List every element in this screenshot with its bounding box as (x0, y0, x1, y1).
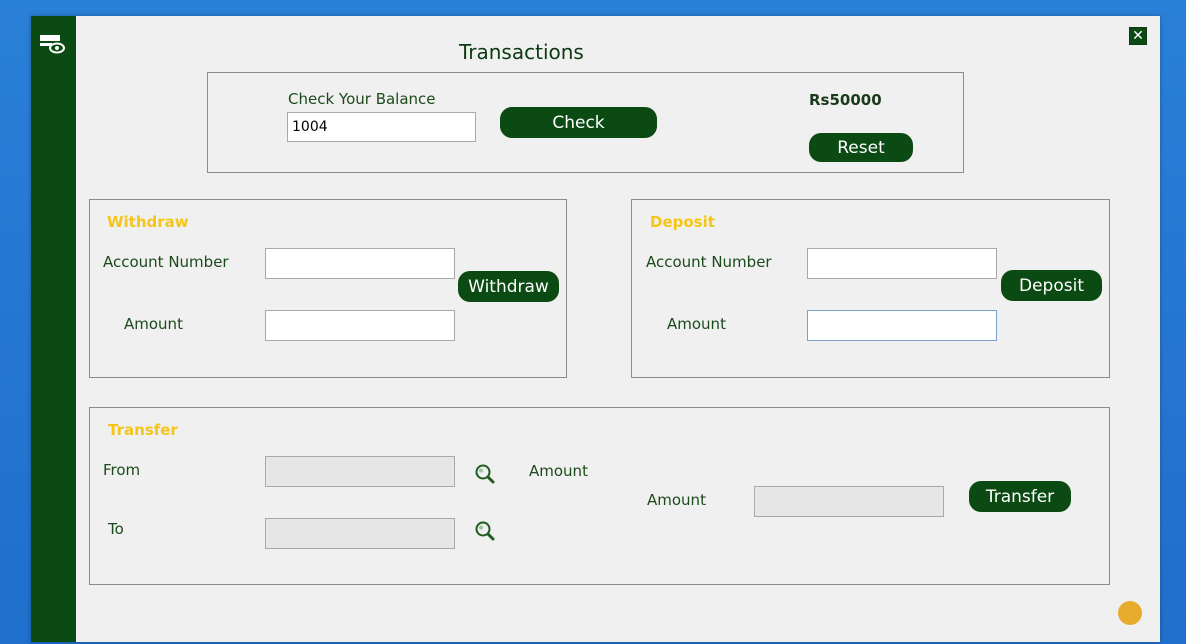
deposit-account-label: Account Number (646, 253, 772, 271)
transfer-amount-label: Amount (647, 491, 706, 509)
withdraw-title: Withdraw (107, 213, 189, 231)
eye-card-icon[interactable] (39, 34, 65, 54)
withdraw-amount-input[interactable] (265, 310, 455, 341)
deposit-account-input[interactable] (807, 248, 997, 279)
transfer-button[interactable]: Transfer (969, 481, 1071, 512)
close-button[interactable]: ✕ (1129, 27, 1147, 45)
transfer-from-label: From (103, 461, 141, 479)
transfer-title: Transfer (108, 421, 178, 439)
balance-amount: Rs50000 (809, 91, 882, 109)
balance-panel: Check Your Balance Check Rs50000 Reset (207, 72, 964, 173)
deposit-amount-label: Amount (667, 315, 726, 333)
transfer-from-input[interactable] (265, 456, 455, 487)
withdraw-panel: Withdraw Account Number Withdraw Amount (89, 199, 567, 378)
transactions-window: Transactions ✕ Check Your Balance Check … (31, 16, 1160, 642)
check-balance-label: Check Your Balance (288, 90, 436, 108)
transfer-amount-input[interactable] (754, 486, 944, 517)
deposit-panel: Deposit Account Number Deposit Amount (631, 199, 1110, 378)
search-to-icon[interactable] (474, 520, 496, 542)
transfer-panel: Transfer From Amount Amount Transfer To (89, 407, 1110, 585)
left-sidebar (31, 16, 76, 642)
transfer-amount-top-label: Amount (529, 462, 588, 480)
reset-button[interactable]: Reset (809, 133, 913, 162)
withdraw-account-label: Account Number (103, 253, 229, 271)
transfer-to-label: To (108, 520, 124, 538)
deposit-title: Deposit (650, 213, 715, 231)
deposit-amount-input[interactable] (807, 310, 997, 341)
cursor-highlight (1118, 601, 1142, 625)
balance-account-input[interactable] (287, 112, 476, 142)
search-from-icon[interactable] (474, 463, 496, 485)
withdraw-amount-label: Amount (124, 315, 183, 333)
page-title: Transactions (459, 40, 584, 64)
withdraw-button[interactable]: Withdraw (458, 271, 559, 302)
withdraw-account-input[interactable] (265, 248, 455, 279)
transfer-to-input[interactable] (265, 518, 455, 549)
check-button[interactable]: Check (500, 107, 657, 138)
deposit-button[interactable]: Deposit (1001, 270, 1102, 301)
